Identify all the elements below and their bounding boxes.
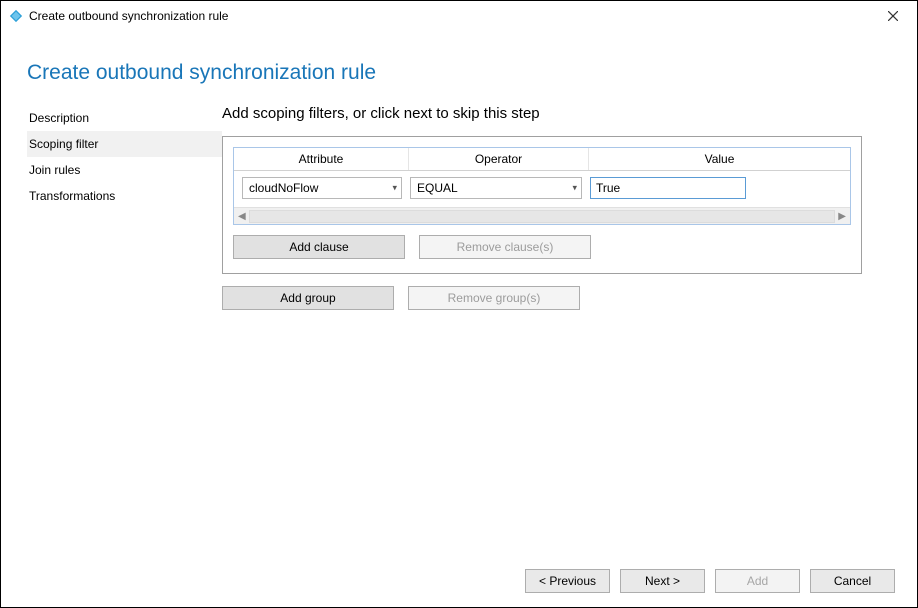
nav-join-rules[interactable]: Join rules	[27, 157, 222, 183]
next-button[interactable]: Next >	[620, 569, 705, 593]
window-title: Create outbound synchronization rule	[29, 9, 228, 23]
operator-dropdown[interactable]: EQUAL ▾	[410, 177, 582, 199]
scroll-right-icon[interactable]: ▶	[838, 211, 846, 222]
title-bar: Create outbound synchronization rule	[1, 1, 917, 31]
close-button[interactable]	[877, 2, 909, 30]
filter-headers: Attribute Operator Value	[234, 148, 850, 171]
chevron-down-icon: ▾	[572, 183, 577, 194]
chevron-down-icon: ▾	[392, 183, 397, 194]
remove-clause-button[interactable]: Remove clause(s)	[419, 235, 591, 259]
main-pane: Add scoping filters, or click next to sk…	[222, 105, 891, 310]
step-instruction: Add scoping filters, or click next to sk…	[222, 105, 891, 122]
header-attribute: Attribute	[234, 148, 409, 170]
nav-description[interactable]: Description	[27, 105, 222, 131]
filter-group: Attribute Operator Value cloudNoFlow ▾ E…	[233, 147, 851, 225]
scroll-left-icon[interactable]: ◀	[238, 211, 246, 222]
nav-transformations[interactable]: Transformations	[27, 183, 222, 209]
cancel-button[interactable]: Cancel	[810, 569, 895, 593]
filter-clause-row: cloudNoFlow ▾ EQUAL ▾	[234, 171, 850, 207]
titlebar-left: Create outbound synchronization rule	[9, 9, 228, 23]
add-clause-button[interactable]: Add clause	[233, 235, 405, 259]
page-title: Create outbound synchronization rule	[1, 31, 917, 105]
header-value: Value	[589, 148, 850, 170]
attribute-value: cloudNoFlow	[249, 181, 318, 195]
group-buttons: Add group Remove group(s)	[222, 286, 891, 310]
add-group-button[interactable]: Add group	[222, 286, 394, 310]
app-icon	[9, 9, 23, 23]
scoping-filter-panel: Attribute Operator Value cloudNoFlow ▾ E…	[222, 136, 862, 274]
attribute-dropdown[interactable]: cloudNoFlow ▾	[242, 177, 402, 199]
wizard-footer: < Previous Next > Add Cancel	[525, 569, 895, 593]
scrollbar-track[interactable]	[249, 210, 836, 223]
wizard-steps-nav: Description Scoping filter Join rules Tr…	[27, 105, 222, 310]
remove-group-button[interactable]: Remove group(s)	[408, 286, 580, 310]
close-icon	[888, 8, 898, 24]
header-operator: Operator	[409, 148, 589, 170]
previous-button[interactable]: < Previous	[525, 569, 610, 593]
operator-value: EQUAL	[417, 181, 458, 195]
value-input[interactable]	[590, 177, 746, 199]
clause-buttons: Add clause Remove clause(s)	[233, 235, 851, 259]
nav-scoping-filter[interactable]: Scoping filter	[27, 131, 222, 157]
add-button[interactable]: Add	[715, 569, 800, 593]
horizontal-scrollbar[interactable]: ◀ ▶	[234, 207, 850, 224]
